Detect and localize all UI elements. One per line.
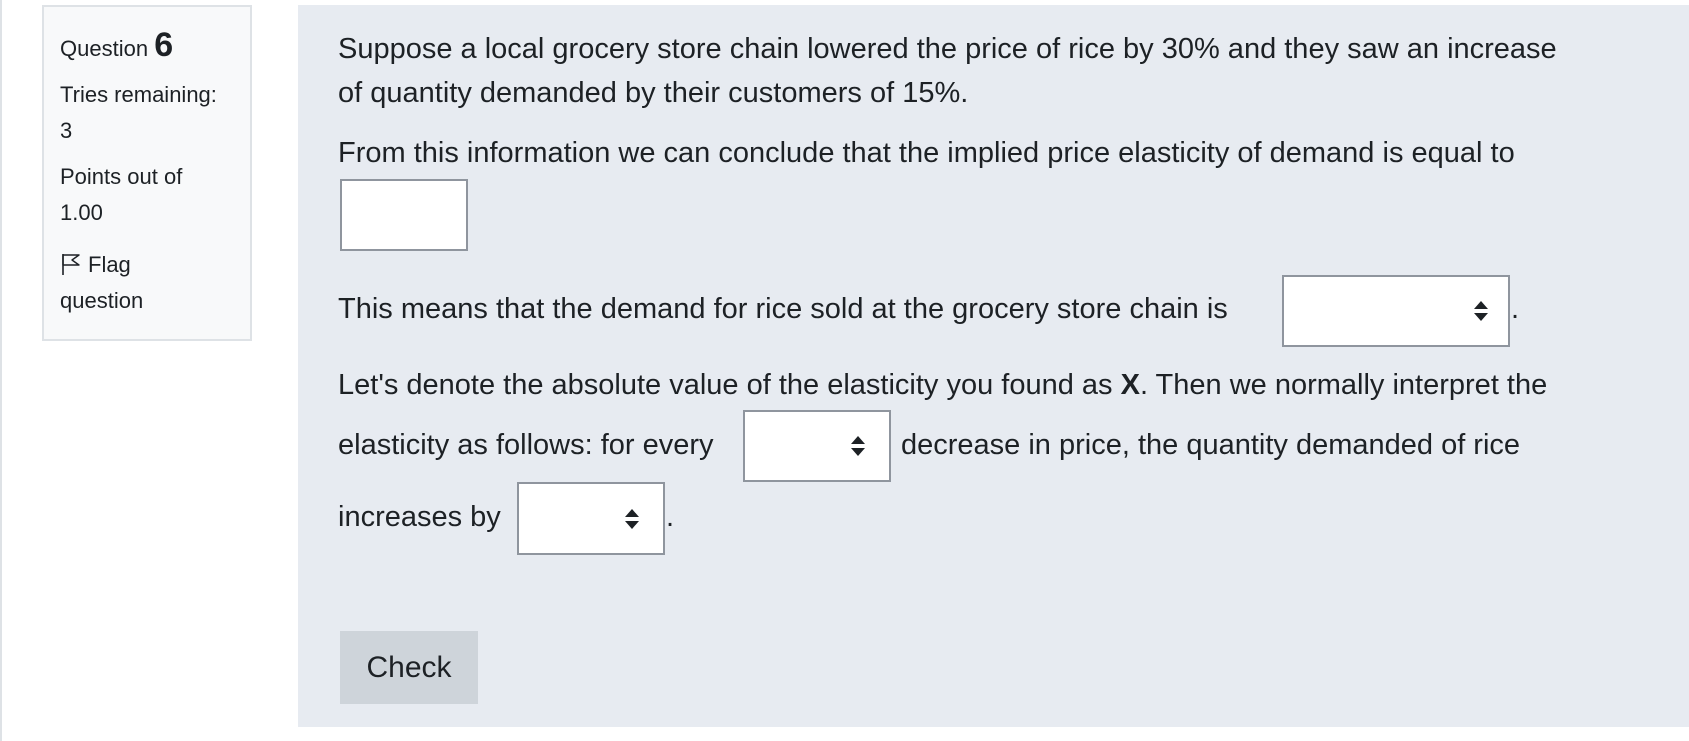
question-content: Suppose a local grocery store chain lowe… [298, 5, 1689, 727]
period-2: . [666, 501, 675, 533]
demand-text: This means that the demand for rice sold… [338, 293, 1228, 325]
flag-question-link[interactable]: Flag question [60, 247, 234, 319]
left-border [0, 0, 2, 741]
increases-by-text: increases by [338, 501, 501, 533]
question-info-panel: Question 6 Tries remaining: 3 Points out… [42, 5, 252, 341]
question-text-line-1: Suppose a local grocery store chain lowe… [338, 33, 1557, 65]
period-1: . [1511, 293, 1520, 325]
points-label: Points out of [60, 164, 183, 189]
price-change-select[interactable] [743, 410, 891, 482]
interp-pre: Let's denote the absolute value of the e… [338, 369, 1121, 401]
check-button[interactable]: Check [340, 631, 478, 704]
variable-x: X [1120, 369, 1140, 401]
select-arrows-icon [623, 507, 641, 531]
tries-value: 3 [60, 118, 73, 143]
tries-remaining: Tries remaining: 3 [60, 77, 234, 149]
tries-label: Tries remaining: [60, 82, 217, 107]
points-value: 1.00 [60, 200, 103, 225]
interp-post: . Then we normally interpret the [1139, 369, 1548, 401]
select-arrows-icon [849, 434, 867, 458]
interpretation-text-2-post: decrease in price, the quantity demanded… [901, 429, 1521, 461]
points-info: Points out of 1.00 [60, 159, 234, 231]
conclusion-text: From this information we can conclude th… [338, 137, 1515, 169]
question-label: Question [60, 36, 149, 61]
demand-type-select[interactable] [1282, 275, 1510, 347]
flag-label: Flag [88, 252, 131, 277]
interpretation-text-1: Let's denote the absolute value of the e… [338, 369, 1547, 402]
select-arrows-icon [1472, 299, 1490, 323]
flag-label-2: question [60, 288, 144, 313]
question-number: 6 [154, 26, 174, 64]
quantity-change-select[interactable] [517, 482, 665, 555]
question-text-line-2: of quantity demanded by their customers … [338, 77, 969, 109]
flag-icon [60, 251, 82, 275]
elasticity-input[interactable] [340, 179, 468, 251]
question-title: Question 6 [60, 27, 234, 67]
interpretation-text-2-pre: elasticity as follows: for every [338, 429, 714, 461]
